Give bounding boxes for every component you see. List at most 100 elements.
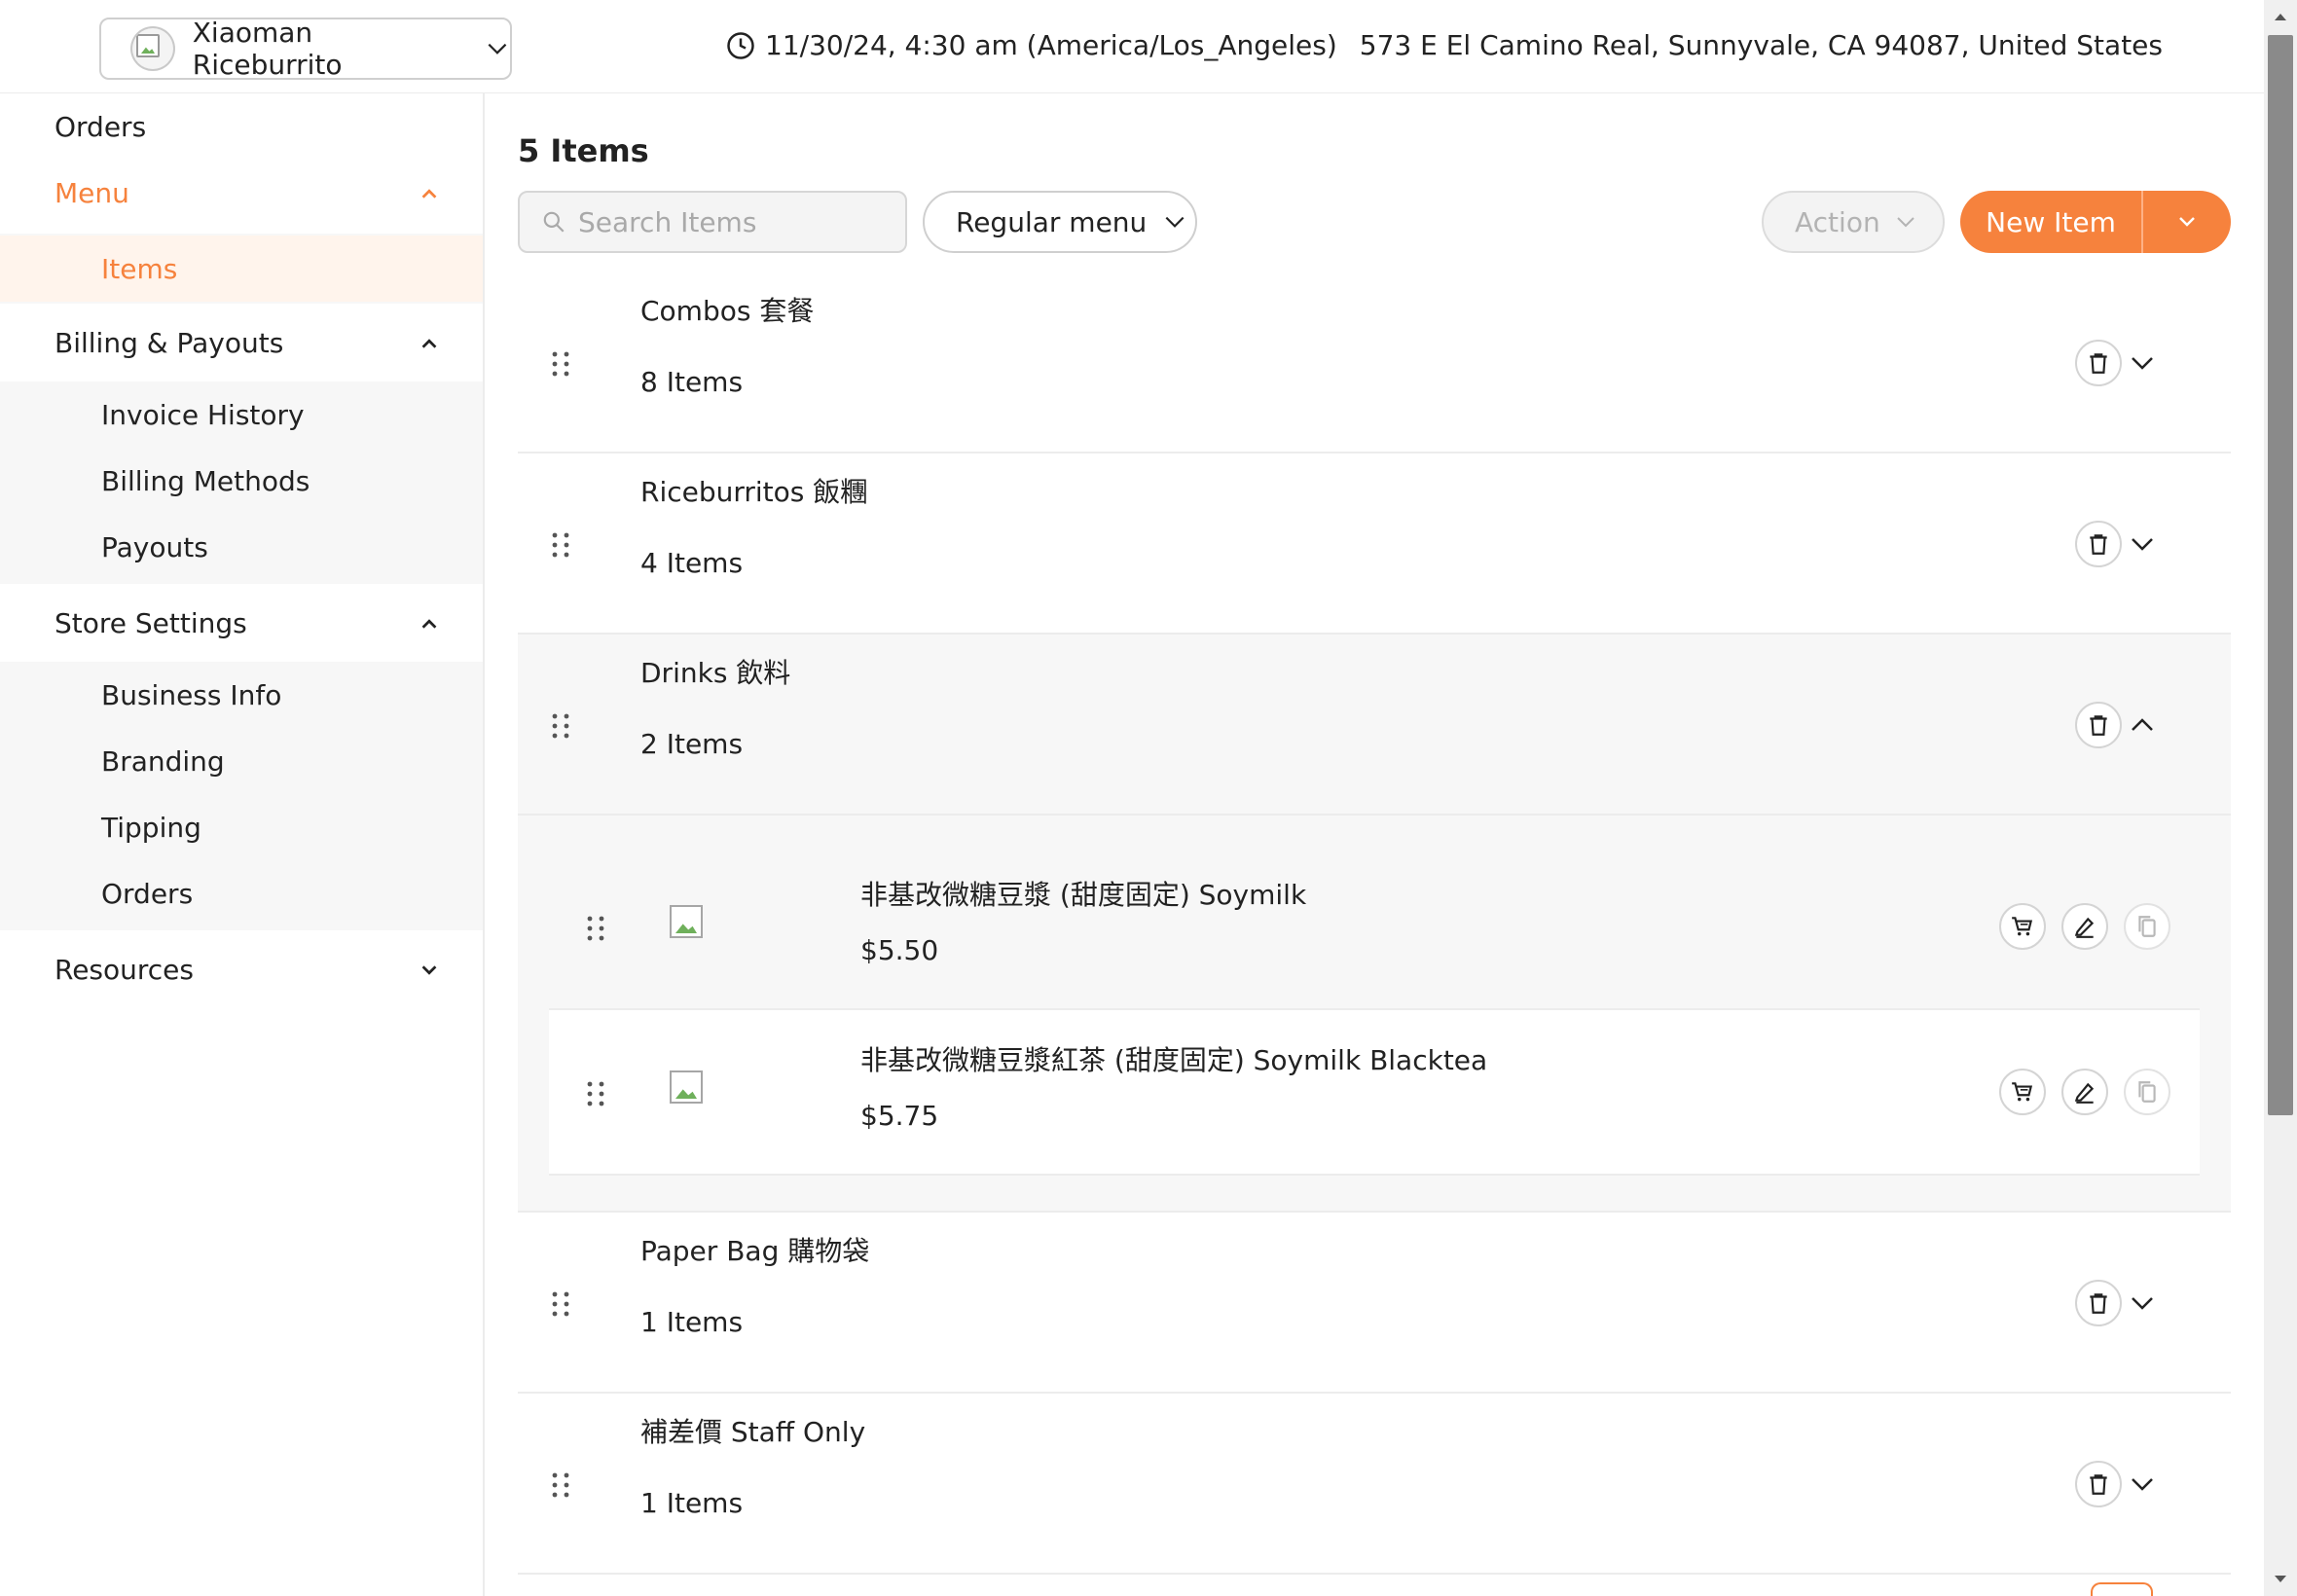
drag-handle-icon[interactable] [584,1080,607,1107]
chevron-down-icon[interactable] [2128,348,2157,378]
copy-icon [2138,1081,2156,1103]
pencil-icon [2074,1082,2095,1104]
sidebar-item-invoice-history[interactable]: Invoice History [0,381,483,448]
drag-handle-icon[interactable] [549,1290,572,1318]
chevron-up-icon[interactable] [2128,710,2157,740]
new-item-dropdown-button[interactable] [2143,191,2231,253]
drag-handle-icon[interactable] [584,915,607,942]
sidebar-item-label: Payouts [101,530,208,563]
trash-icon [2090,1474,2107,1495]
trash-icon [2090,534,2107,555]
scroll-thumb[interactable] [2268,35,2293,1115]
drag-handle-icon[interactable] [549,531,572,559]
delete-category-button[interactable] [2075,521,2122,567]
sidebar-item-branding[interactable]: Branding [0,728,483,794]
copy-icon [2138,916,2156,937]
sidebar-item-label: Tipping [101,811,201,844]
menu-dropdown[interactable]: Regular menu [923,191,1197,253]
category-name: 補差價 Staff Only [640,1416,866,1448]
category-name: Combos 套餐 [640,295,815,327]
sidebar-item-store-settings[interactable]: Store Settings [0,590,483,656]
item-price: $5.75 [860,1100,939,1132]
category-count: 4 Items [640,547,744,579]
pencil-icon [2074,917,2095,938]
edit-item-button[interactable] [2061,903,2108,950]
sidebar-item-label: Billing Methods [101,464,310,497]
clock-icon [727,31,754,59]
sidebar-item-billing-methods[interactable]: Billing Methods [0,448,483,514]
sidebar-item-label: Resources [55,953,194,986]
floating-button-partial[interactable] [2091,1582,2153,1596]
chevron-up-icon [421,619,437,629]
sidebar-item-store-orders[interactable]: Orders [0,860,483,926]
sidebar-item-orders[interactable]: Orders [0,93,483,160]
sidebar-item-menu[interactable]: Menu [0,160,483,226]
page-scrollbar[interactable] [2264,0,2297,1596]
billing-submenu: Invoice History Billing Methods Payouts [0,381,483,584]
drag-handle-icon[interactable] [549,350,572,378]
chevron-down-icon[interactable] [2128,1288,2157,1318]
category-count: 1 Items [640,1306,744,1338]
top-header: Xiaoman Riceburrito 11/30/24, 4:30 am (A… [0,0,2264,93]
sidebar-item-tipping[interactable]: Tipping [0,794,483,860]
item-name: 非基改微糖豆漿紅茶 (甜度固定) Soymilk Blacktea [860,1044,1488,1076]
chevron-down-icon [1896,217,1914,228]
sidebar-item-resources[interactable]: Resources [0,936,483,1002]
store-name: Xiaoman Riceburrito [192,17,343,81]
action-button[interactable]: Action [1762,191,1945,253]
toggle-availability-button[interactable] [1999,1069,2046,1115]
menu-dropdown-label: Regular menu [956,205,1148,238]
scroll-up-arrow[interactable] [2264,0,2297,33]
duplicate-item-button[interactable] [2124,1069,2170,1115]
sidebar-item-label: Orders [55,110,147,143]
menu-item-row[interactable]: 非基改微糖豆漿紅茶 (甜度固定) Soymilk Blacktea $5.75 [549,1010,2200,1176]
delete-category-button[interactable] [2075,1280,2122,1326]
sidebar-item-label: Menu [55,176,129,209]
drag-handle-icon[interactable] [549,712,572,740]
sidebar-item-label: Invoice History [101,398,305,431]
category-count: 1 Items [640,1487,744,1519]
trash-icon [2090,353,2107,374]
delete-category-button[interactable] [2075,1461,2122,1507]
category-row[interactable]: Riceburritos 飯糰 4 Items [518,453,2231,635]
chevron-down-icon [488,43,507,54]
store-logo [130,26,175,71]
sidebar: Orders Menu Items Billing & Payouts Invo… [0,93,485,1596]
delete-category-button[interactable] [2075,340,2122,386]
category-count: 8 Items [640,366,744,398]
sidebar-item-payouts[interactable]: Payouts [0,514,483,580]
chevron-up-icon [421,339,437,348]
edit-item-button[interactable] [2061,1069,2108,1115]
chevron-up-icon [421,189,437,199]
drag-handle-icon[interactable] [549,1471,572,1499]
sidebar-item-billing[interactable]: Billing & Payouts [0,309,483,376]
category-row-expanded[interactable]: Drinks 飲料 2 Items [518,635,2231,816]
toggle-availability-button[interactable] [1999,903,2046,950]
chevron-down-icon[interactable] [2128,1469,2157,1499]
category-name: Paper Bag 購物袋 [640,1235,870,1267]
category-row[interactable]: Paper Bag 購物袋 1 Items [518,1213,2231,1394]
search-input[interactable] [578,205,890,238]
new-item-button[interactable]: New Item [1960,206,2141,238]
chevron-down-icon[interactable] [2128,529,2157,559]
triangle-up-icon [2275,14,2286,20]
store-datetime: 11/30/24, 4:30 am (America/Los_Angeles) [726,29,1337,61]
category-row[interactable]: Combos 套餐 8 Items [518,272,2231,453]
search-box[interactable] [518,191,907,253]
sidebar-item-items[interactable]: Items [0,236,483,302]
trash-icon [2090,1293,2107,1314]
sidebar-item-label: Business Info [101,678,282,711]
delete-category-button[interactable] [2075,702,2122,748]
store-settings-submenu: Business Info Branding Tipping Orders [0,662,483,930]
menu-item-row[interactable]: 非基改微糖豆漿 (甜度固定) Soymilk $5.50 [549,845,2200,1010]
chevron-down-icon [2179,217,2195,227]
menu-submenu: Items [0,234,483,304]
item-name: 非基改微糖豆漿 (甜度固定) Soymilk [860,879,1307,911]
category-row[interactable]: 補差價 Staff Only 1 Items [518,1394,2231,1575]
duplicate-item-button[interactable] [2124,903,2170,950]
scroll-down-arrow[interactable] [2264,1563,2297,1596]
sidebar-item-business-info[interactable]: Business Info [0,662,483,728]
trash-icon [2090,715,2107,736]
action-button-label: Action [1795,205,1880,238]
store-selector[interactable]: Xiaoman Riceburrito [99,17,512,81]
